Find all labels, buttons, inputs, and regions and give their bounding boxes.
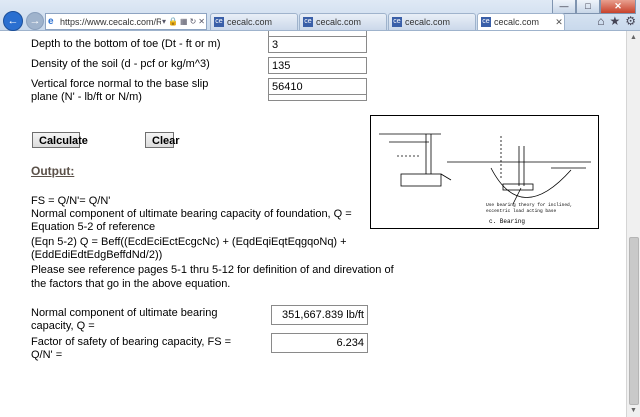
- output-line: the factors that go in the above equatio…: [31, 278, 231, 290]
- figure-note-line1: Use bearing theory for inclined,: [486, 202, 572, 208]
- output-line: Please see reference pages 5-1 thru 5-12…: [31, 264, 394, 276]
- back-button[interactable]: ←: [3, 11, 23, 31]
- tab-label: cecalc.com: [494, 17, 540, 27]
- soil-density-label: Density of the soil (d - pcf or kg/m^3): [31, 58, 210, 70]
- scroll-up-icon[interactable]: ▲: [629, 33, 638, 42]
- output-heading: Output:: [31, 164, 75, 178]
- toe-depth-label: Depth to the bottom of toe (Dt - ft or m…: [31, 38, 221, 50]
- back-arrow-icon: ←: [7, 15, 19, 27]
- forward-button[interactable]: →: [26, 12, 44, 30]
- vertical-scrollbar[interactable]: ▲ ▼: [626, 31, 640, 417]
- maximize-button[interactable]: □: [576, 0, 600, 14]
- q-result-field[interactable]: 351,667.839 lb/ft: [271, 305, 368, 325]
- output-line: FS = Q/N'= Q/N': [31, 195, 111, 207]
- browser-toolbar: — □ ✕ ← → e https://www.cecalc.com/Retai…: [0, 0, 640, 31]
- wall-footing: [400, 173, 442, 187]
- fs-result-label-line1: Factor of safety of bearing capacity, FS…: [31, 336, 232, 348]
- stop-icon[interactable]: ✕: [197, 17, 206, 26]
- lock-icon[interactable]: 🔒: [167, 17, 179, 26]
- figure-caption: c. Bearing: [489, 218, 525, 225]
- scrollbar-thumb[interactable]: [629, 237, 639, 405]
- browser-tab-4-active[interactable]: ce cecalc.com ✕: [477, 13, 565, 30]
- vertical-force-label-line1: Vertical force normal to the base slip: [31, 78, 209, 90]
- browser-tab-2[interactable]: ce cecalc.com: [299, 13, 387, 30]
- calculate-button[interactable]: Calculate: [32, 132, 88, 148]
- tab-favicon-icon: ce: [303, 17, 313, 27]
- compatibility-icon[interactable]: ▦: [179, 17, 189, 26]
- browser-tab-3[interactable]: ce cecalc.com: [388, 13, 476, 30]
- scroll-down-icon[interactable]: ▼: [629, 406, 638, 415]
- site-favicon-icon: e: [48, 15, 54, 27]
- leader-line: [440, 173, 452, 181]
- output-line: Normal component of ultimate bearing cap…: [31, 208, 352, 220]
- fs-result-label-line2: Q/N' =: [31, 349, 63, 361]
- q-result-label-line1: Normal component of ultimate bearing: [31, 307, 218, 319]
- q-result-label-line2: capacity, Q =: [31, 320, 95, 332]
- tab-favicon-icon: ce: [392, 17, 402, 27]
- address-text[interactable]: https://www.cecalc.com/Retain: [60, 17, 161, 27]
- settings-gear-icon[interactable]: ⚙: [625, 14, 636, 28]
- address-bar[interactable]: e https://www.cecalc.com/Retain ▾ 🔒 ▦ ↻ …: [45, 13, 207, 30]
- vertical-force-input[interactable]: 56410: [268, 78, 367, 95]
- clear-button[interactable]: Clear: [145, 132, 180, 148]
- output-line: (EddEdiEdtEdgBeffdNd/2)): [31, 249, 163, 261]
- browser-tab-1[interactable]: ce cecalc.com: [210, 13, 298, 30]
- minimize-button[interactable]: —: [552, 0, 576, 14]
- wall-footing: [502, 183, 534, 191]
- tab-label: cecalc.com: [316, 17, 362, 27]
- browser-tools: ⌂ ★ ⚙: [597, 14, 636, 28]
- slip-surface-curve: [490, 167, 572, 198]
- toe-depth-input[interactable]: 3: [268, 36, 367, 53]
- tab-favicon-icon: ce: [214, 17, 224, 27]
- soil-density-input[interactable]: 135: [268, 57, 367, 74]
- bearing-diagram-drawing: Use bearing theory for inclined, eccentr…: [379, 133, 591, 225]
- window-controls: — □ ✕: [552, 0, 636, 14]
- favorites-star-icon[interactable]: ★: [609, 14, 620, 28]
- tab-favicon-icon: ce: [481, 17, 491, 27]
- tab-close-icon[interactable]: ✕: [554, 17, 564, 28]
- table-border: [268, 100, 367, 101]
- tab-label: cecalc.com: [405, 17, 451, 27]
- figure-note-line2: eccentric load acting base: [486, 208, 557, 214]
- forward-arrow-icon: →: [29, 15, 41, 27]
- vertical-force-label-line2: plane (N' - lb/ft or N/m): [31, 91, 142, 103]
- close-window-button[interactable]: ✕: [600, 0, 636, 14]
- fs-result-field[interactable]: 6.234: [271, 333, 368, 353]
- tab-label: cecalc.com: [227, 17, 273, 27]
- refresh-icon[interactable]: ↻: [189, 17, 198, 26]
- output-line: Equation 5-2 of reference: [31, 221, 156, 233]
- bearing-diagram: Use bearing theory for inclined, eccentr…: [370, 115, 599, 229]
- home-icon[interactable]: ⌂: [597, 14, 604, 28]
- output-line: (Eqn 5-2) Q = Beff((EcdEciEctEcgcNc) + (…: [31, 236, 347, 248]
